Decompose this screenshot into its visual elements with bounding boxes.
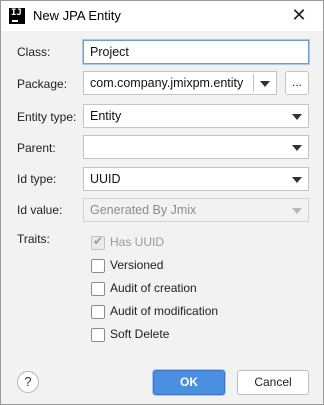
entity-type-label: Entity type: bbox=[17, 110, 77, 124]
id-value-label: Id value: bbox=[17, 203, 63, 217]
checkbox[interactable] bbox=[91, 305, 105, 319]
checkbox: ✔ bbox=[91, 234, 105, 250]
chevron-down-icon[interactable] bbox=[292, 177, 302, 183]
window-title: New JPA Entity bbox=[33, 8, 121, 23]
traits-label: Traits: bbox=[17, 232, 50, 246]
chevron-down-icon[interactable] bbox=[292, 145, 302, 151]
trait-label[interactable]: Soft Delete bbox=[110, 327, 169, 341]
intellij-icon: IJ bbox=[9, 8, 25, 24]
ok-button[interactable]: OK bbox=[153, 370, 225, 395]
id-value-value: Generated By Jmix bbox=[90, 203, 197, 217]
checkmark-icon: ✔ bbox=[93, 234, 104, 248]
package-value: com.company.jmixpm.entity bbox=[90, 76, 244, 90]
package-dropdown-divider bbox=[253, 74, 254, 92]
chevron-down-icon[interactable] bbox=[260, 81, 270, 87]
trait-label: Has UUID bbox=[110, 235, 165, 249]
package-label: Package: bbox=[17, 77, 68, 91]
class-label: Class: bbox=[17, 45, 51, 59]
checkbox[interactable] bbox=[91, 282, 105, 296]
chevron-down-icon[interactable] bbox=[292, 114, 302, 120]
title-bar: IJ New JPA Entity ✕ bbox=[1, 1, 323, 31]
trait-label[interactable]: Versioned bbox=[110, 258, 163, 272]
checkbox[interactable] bbox=[91, 259, 105, 273]
package-combobox[interactable]: com.company.jmixpm.entity bbox=[83, 71, 277, 95]
help-button[interactable]: ? bbox=[17, 371, 39, 393]
browse-package-button[interactable]: ... bbox=[285, 71, 309, 95]
cancel-button[interactable]: Cancel bbox=[237, 370, 309, 395]
parent-select[interactable] bbox=[83, 135, 309, 159]
entity-type-value: Entity bbox=[90, 109, 122, 123]
close-icon[interactable]: ✕ bbox=[283, 1, 315, 31]
id-type-value: UUID bbox=[90, 172, 121, 186]
trait-label[interactable]: Audit of modification bbox=[110, 304, 218, 318]
class-name-input[interactable]: Project bbox=[83, 40, 309, 64]
id-value-select: Generated By Jmix bbox=[83, 198, 309, 222]
class-name-value: Project bbox=[90, 45, 129, 59]
id-type-label: Id type: bbox=[17, 172, 57, 186]
chevron-down-icon bbox=[292, 208, 302, 214]
app-icon-text: IJ bbox=[11, 8, 22, 18]
parent-label: Parent: bbox=[17, 141, 56, 155]
new-jpa-entity-dialog: IJ New JPA Entity ✕ Class: Project Packa… bbox=[0, 0, 324, 405]
trait-label[interactable]: Audit of creation bbox=[110, 281, 197, 295]
entity-type-select[interactable]: Entity bbox=[83, 104, 309, 128]
id-type-select[interactable]: UUID bbox=[83, 167, 309, 191]
app-icon-bar bbox=[12, 20, 18, 22]
checkbox[interactable] bbox=[91, 328, 105, 342]
